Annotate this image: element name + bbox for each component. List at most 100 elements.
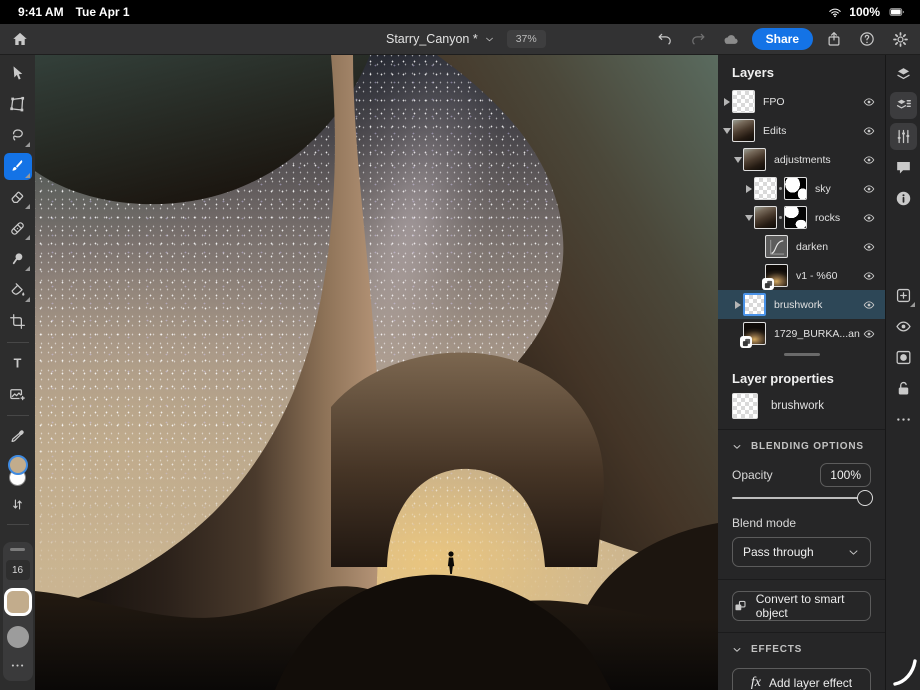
expander-down-icon[interactable] <box>722 128 732 134</box>
eyedropper-tool[interactable] <box>4 423 32 450</box>
layer-visibility-toggle[interactable] <box>860 209 878 227</box>
layer-row[interactable]: 1729_BURKA...anced-NR33 <box>718 319 885 348</box>
expander-right-icon[interactable] <box>733 301 743 309</box>
add-layer-effect-button[interactable]: fx Add layer effect <box>732 668 871 690</box>
layer-thumbnail[interactable] <box>754 177 777 200</box>
opacity-slider-handle[interactable] <box>857 490 873 506</box>
type-tool[interactable]: T <box>4 350 32 377</box>
layer-row[interactable]: rocks <box>718 203 885 232</box>
layer-thumbnail[interactable] <box>754 206 777 229</box>
layer-visibility-toggle[interactable] <box>860 122 878 140</box>
healing-brush-tool[interactable] <box>4 215 32 242</box>
lasso-tool[interactable] <box>4 122 32 149</box>
layer-row[interactable]: Edits <box>718 116 885 145</box>
swap-colors-icon[interactable] <box>6 492 30 516</box>
layer-row[interactable]: darken <box>718 232 885 261</box>
right-rail-list <box>890 59 917 435</box>
opacity-slider[interactable] <box>732 489 871 507</box>
layer-name: Edits <box>763 125 860 137</box>
layer-visibility-toggle[interactable] <box>860 151 878 169</box>
opacity-value-field[interactable]: 100% <box>820 463 871 487</box>
info-icon[interactable] <box>890 185 917 212</box>
layer-name: darken <box>796 241 860 253</box>
layer-name: rocks <box>815 212 860 224</box>
layer-row[interactable]: FPO <box>718 87 885 116</box>
layer-properties-icon[interactable] <box>890 92 917 119</box>
expander-down-icon[interactable] <box>744 215 754 221</box>
zoom-level-badge[interactable]: 37% <box>507 30 546 48</box>
layer-thumbnail[interactable] <box>743 322 766 345</box>
settings-icon[interactable] <box>888 27 912 51</box>
color-wells[interactable] <box>8 455 28 486</box>
visibility-icon[interactable] <box>890 313 917 340</box>
layer-visibility-toggle[interactable] <box>860 296 878 314</box>
brush-color-swatch[interactable] <box>7 591 29 613</box>
move-tool[interactable] <box>4 60 32 87</box>
layer-row[interactable]: v1 - %60 <box>718 261 885 290</box>
brush-size-field[interactable]: 16 <box>6 560 30 580</box>
transform-tool[interactable] <box>4 91 32 118</box>
foreground-color-swatch[interactable] <box>8 455 28 475</box>
layer-visibility-toggle[interactable] <box>860 93 878 111</box>
tool-options-panel: 16 <box>3 542 33 681</box>
convert-to-smart-object-button[interactable]: Convert to smart object <box>732 591 871 621</box>
layer-mask-thumbnail[interactable] <box>784 177 807 200</box>
cloud-sync-icon[interactable] <box>719 27 743 51</box>
layer-row[interactable]: brushwork <box>718 290 885 319</box>
clone-stamp-tool[interactable] <box>4 246 32 273</box>
eraser-tool[interactable] <box>4 184 32 211</box>
convert-to-smart-object-label: Convert to smart object <box>756 592 870 620</box>
comment-icon[interactable] <box>890 154 917 181</box>
expander-right-icon[interactable] <box>744 185 754 193</box>
layer-thumbnail[interactable] <box>732 119 755 142</box>
blend-mode-value: Pass through <box>743 545 814 559</box>
layer-thumbnail[interactable] <box>732 90 755 113</box>
brush-opacity-control[interactable] <box>7 626 29 648</box>
redo-icon[interactable] <box>686 27 710 51</box>
mask-icon[interactable] <box>890 344 917 371</box>
undo-icon[interactable] <box>653 27 677 51</box>
add-layer-icon[interactable] <box>890 282 917 309</box>
layer-name: 1729_BURKA...anced-NR33 <box>774 328 860 340</box>
opacity-slider-track[interactable] <box>732 497 871 499</box>
layer-thumbnail[interactable] <box>743 148 766 171</box>
place-photo-tool[interactable] <box>4 381 32 408</box>
more-options-icon[interactable] <box>6 657 30 673</box>
export-icon[interactable] <box>822 27 846 51</box>
layer-visibility-toggle[interactable] <box>860 267 878 285</box>
layers-view-icon[interactable] <box>890 61 917 88</box>
layer-thumbnail[interactable] <box>765 264 788 287</box>
crop-tool[interactable] <box>4 308 32 335</box>
layer-visibility-toggle[interactable] <box>860 325 878 343</box>
expander-right-icon[interactable] <box>722 98 732 106</box>
layer-thumbnail[interactable] <box>743 293 766 316</box>
layer-thumbnail[interactable] <box>765 235 788 258</box>
fill-tool[interactable] <box>4 277 32 304</box>
home-icon[interactable] <box>8 27 32 51</box>
layer-visibility-toggle[interactable] <box>860 238 878 256</box>
document-canvas[interactable] <box>35 55 718 690</box>
panel-resize-handle[interactable] <box>784 353 820 356</box>
share-button[interactable]: Share <box>752 28 813 50</box>
layer-mask-thumbnail[interactable] <box>784 206 807 229</box>
help-icon[interactable] <box>855 27 879 51</box>
lock-icon[interactable] <box>890 375 917 402</box>
wifi-icon <box>827 4 843 20</box>
document-title-menu[interactable]: Starry_Canyon * <box>386 32 495 46</box>
layer-visibility-toggle[interactable] <box>860 180 878 198</box>
left-tool-list: T <box>4 58 32 452</box>
more-icon[interactable] <box>890 406 917 433</box>
drag-handle[interactable] <box>10 548 25 551</box>
layer-row[interactable]: sky <box>718 174 885 203</box>
effects-header[interactable]: EFFECTS <box>732 633 871 657</box>
blend-mode-select[interactable]: Pass through <box>732 537 871 567</box>
adjustments-icon[interactable] <box>890 123 917 150</box>
brush-tool[interactable] <box>4 153 32 180</box>
canvas-human-silhouette <box>448 551 454 574</box>
submenu-indicator <box>25 173 30 178</box>
fx-icon: fx <box>751 675 761 690</box>
clock: 9:41 AM <box>18 5 64 19</box>
blending-options-header[interactable]: BLENDING OPTIONS <box>732 430 871 454</box>
layer-row[interactable]: adjustments <box>718 145 885 174</box>
expander-down-icon[interactable] <box>733 157 743 163</box>
